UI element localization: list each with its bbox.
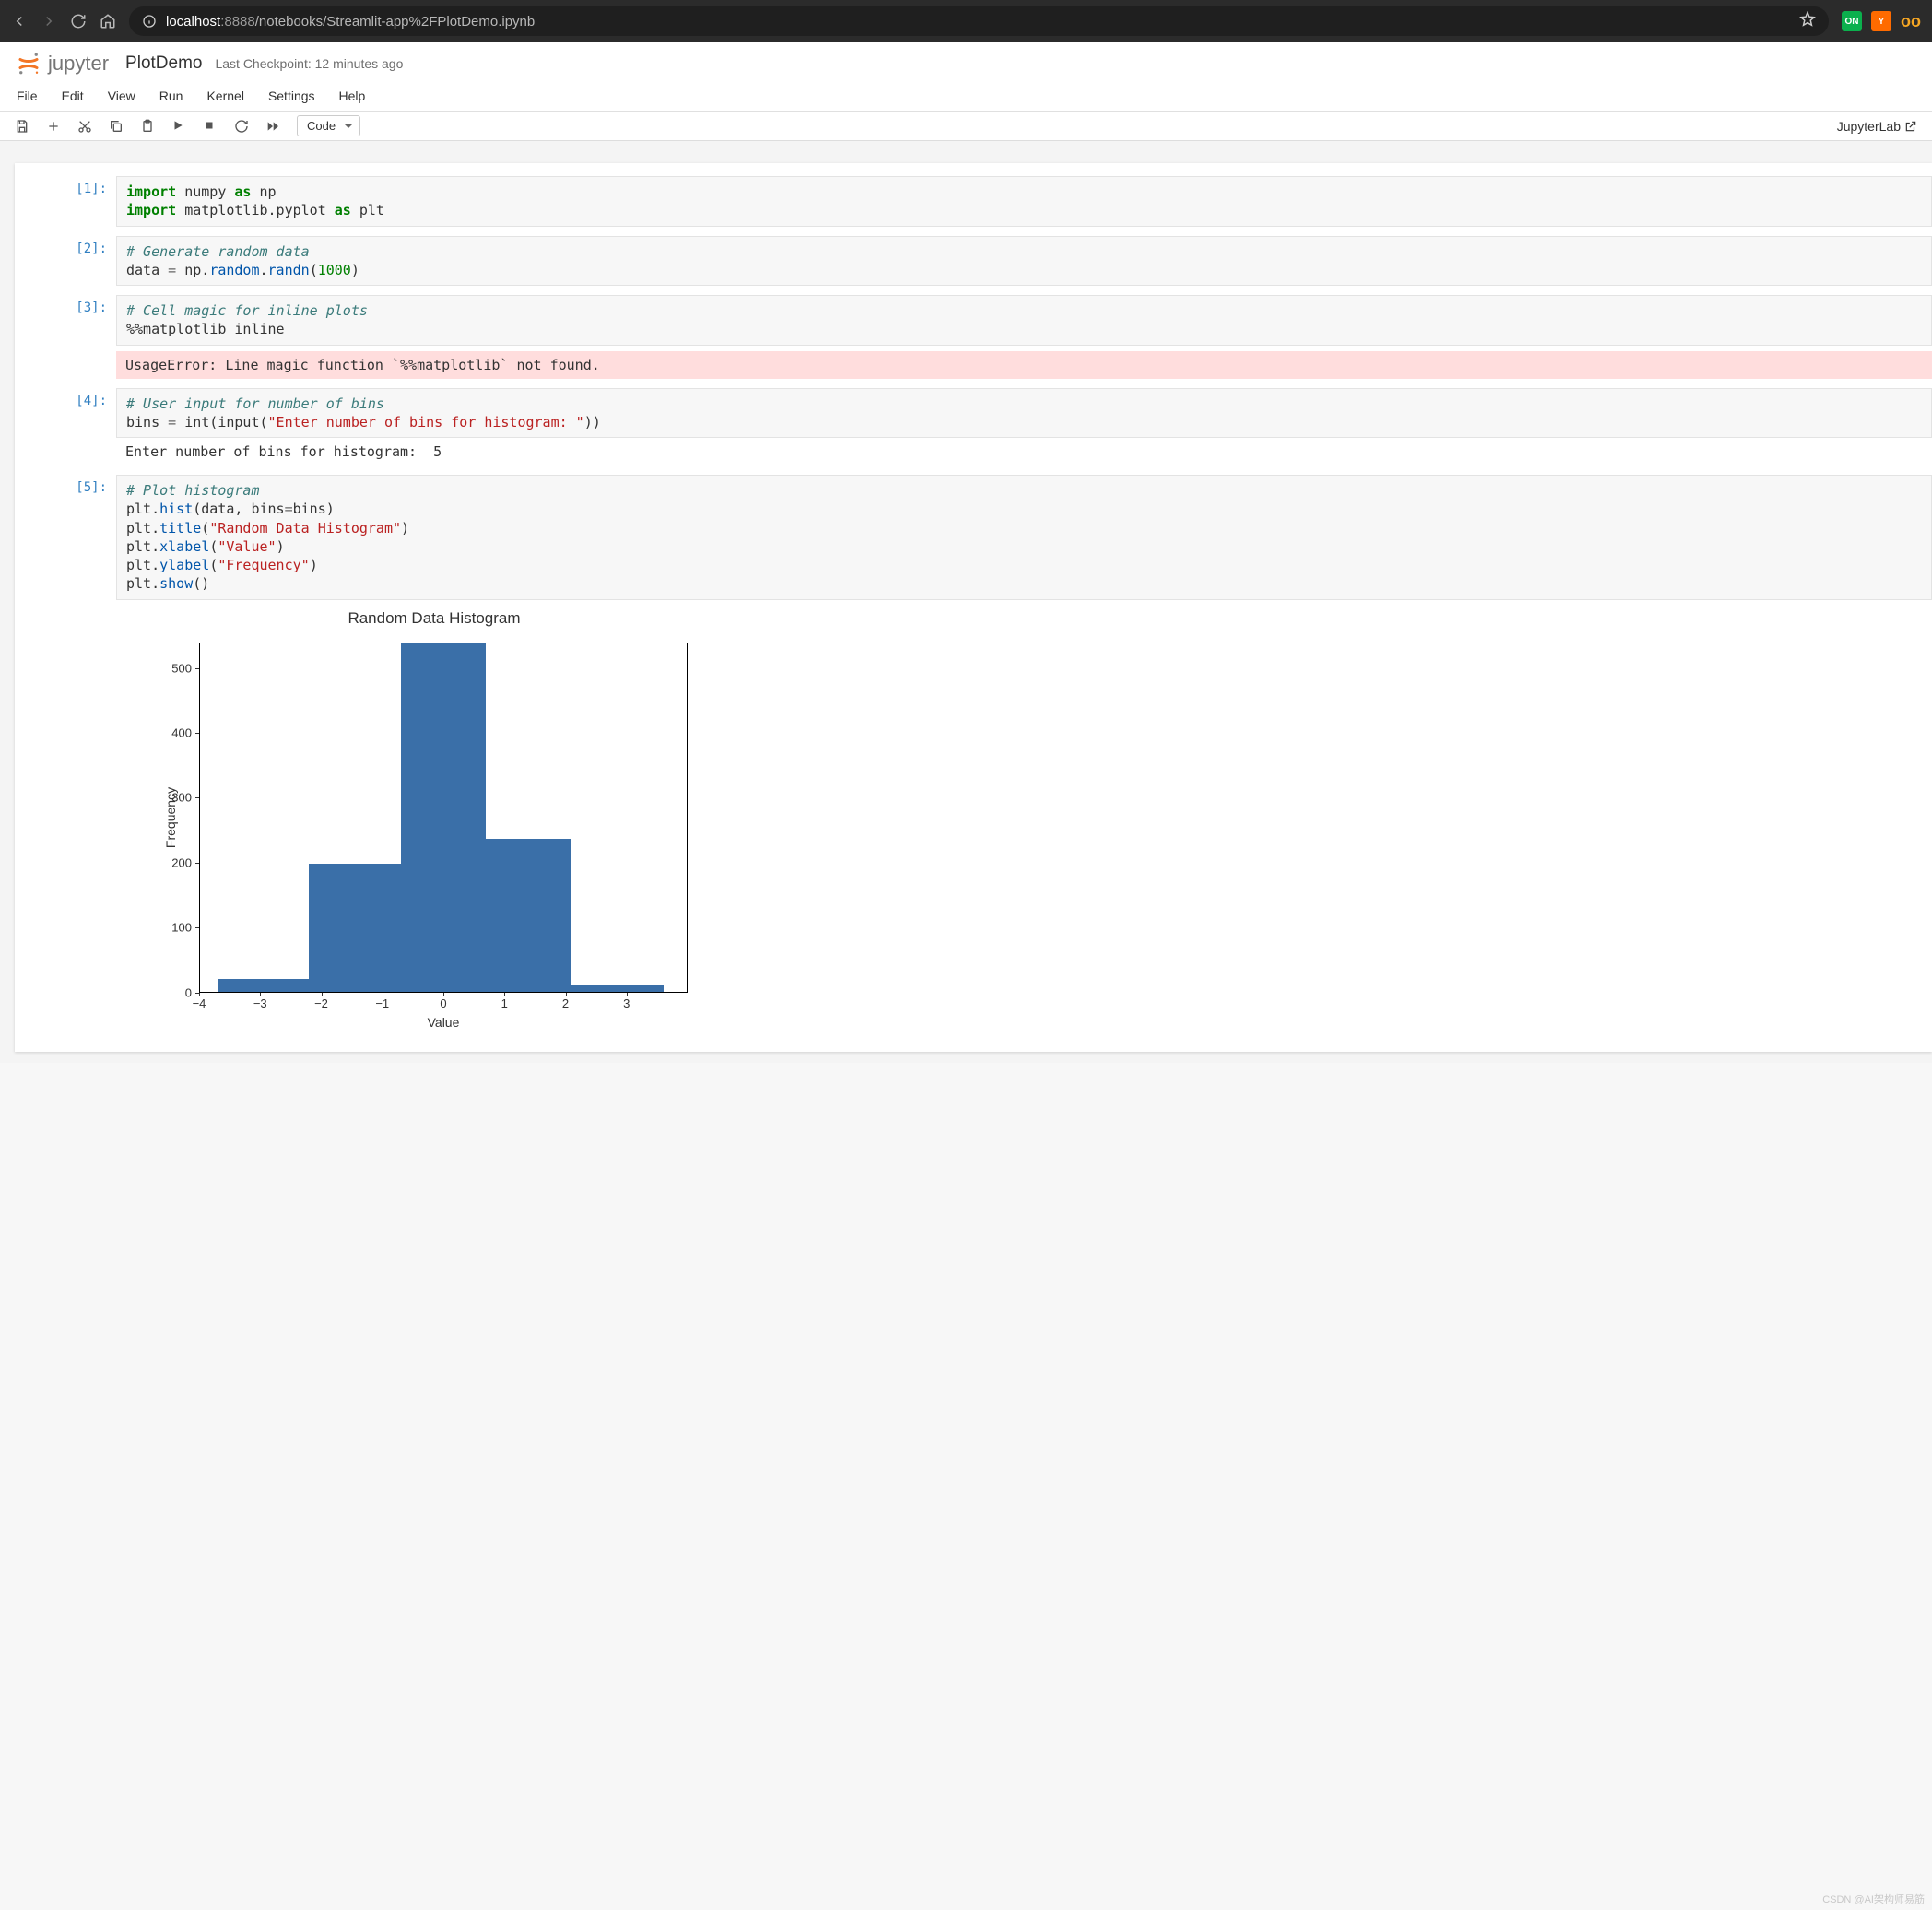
extension-y-icon[interactable]: Y xyxy=(1871,11,1891,31)
stream-output: Enter number of bins for histogram: 5 xyxy=(116,438,1932,466)
jupyter-logo-text: jupyter xyxy=(48,52,109,76)
histogram-bar xyxy=(486,839,571,992)
fast-forward-icon[interactable] xyxy=(265,119,280,134)
restart-icon[interactable] xyxy=(234,119,249,134)
cell-5[interactable]: [5]: # Plot histogram plt.hist(data, bin… xyxy=(15,475,1932,1030)
add-cell-icon[interactable] xyxy=(46,119,61,134)
url-bar[interactable]: localhost:8888/notebooks/Streamlit-app%2… xyxy=(129,6,1829,36)
ytick: 400 xyxy=(135,726,192,740)
cell-2[interactable]: [2]: # Generate random data data = np.ra… xyxy=(15,236,1932,287)
menu-settings[interactable]: Settings xyxy=(266,85,317,107)
xtick: −4 xyxy=(193,996,206,1010)
notebook: [1]: import numpy as np import matplotli… xyxy=(15,163,1932,1052)
run-icon[interactable] xyxy=(171,119,186,134)
ytick: 0 xyxy=(135,985,192,999)
toolbar: Code JupyterLab xyxy=(0,112,1932,141)
error-output: UsageError: Line magic function `%%matpl… xyxy=(116,351,1932,379)
xtick: −2 xyxy=(314,996,328,1010)
url-text: localhost:8888/notebooks/Streamlit-app%2… xyxy=(166,14,535,29)
back-icon[interactable] xyxy=(11,13,28,29)
cell-prompt: [1]: xyxy=(15,176,116,227)
jupyterlab-link[interactable]: JupyterLab xyxy=(1837,119,1917,134)
cell-4[interactable]: [4]: # User input for number of bins bin… xyxy=(15,388,1932,466)
chart-xlabel: Value xyxy=(199,1015,688,1030)
extension-loop-icon[interactable]: oo xyxy=(1901,11,1921,31)
bookmark-star-icon[interactable] xyxy=(1799,11,1816,31)
checkpoint-text: Last Checkpoint: 12 minutes ago xyxy=(215,56,403,71)
cell-prompt: [5]: xyxy=(15,475,116,1030)
chart-ylabel: Frequency xyxy=(140,643,201,993)
menu-view[interactable]: View xyxy=(106,85,137,107)
notebook-title[interactable]: PlotDemo xyxy=(125,53,202,74)
chart-output: Random Data Histogram Value Frequency 0 1… xyxy=(116,600,1932,1030)
xtick: 2 xyxy=(562,996,569,1010)
jupyter-header: jupyter PlotDemo Last Checkpoint: 12 min… xyxy=(0,42,1932,81)
code-input[interactable]: import numpy as np import matplotlib.pyp… xyxy=(116,176,1932,227)
extension-on-icon[interactable]: ON xyxy=(1842,11,1862,31)
cell-type-select[interactable]: Code xyxy=(297,115,360,136)
ytick: 300 xyxy=(135,791,192,805)
ytick: 200 xyxy=(135,855,192,869)
menu-help[interactable]: Help xyxy=(337,85,368,107)
notebook-area: [1]: import numpy as np import matplotli… xyxy=(0,141,1932,1063)
home-icon[interactable] xyxy=(100,13,116,29)
menu-file[interactable]: File xyxy=(15,85,40,107)
menu-run[interactable]: Run xyxy=(158,85,185,107)
info-icon xyxy=(142,14,157,29)
stop-icon[interactable] xyxy=(203,119,218,134)
histogram-bar xyxy=(218,979,309,992)
browser-chrome: localhost:8888/notebooks/Streamlit-app%2… xyxy=(0,0,1932,42)
menu-bar: File Edit View Run Kernel Settings Help xyxy=(0,81,1932,112)
reload-icon[interactable] xyxy=(70,13,87,29)
xtick: 1 xyxy=(501,996,508,1010)
cell-1[interactable]: [1]: import numpy as np import matplotli… xyxy=(15,176,1932,227)
histogram-bar xyxy=(401,643,487,993)
paste-icon[interactable] xyxy=(140,119,155,134)
cut-icon[interactable] xyxy=(77,119,92,134)
chart-title: Random Data Histogram xyxy=(171,609,697,628)
xtick: 0 xyxy=(440,996,446,1010)
code-input[interactable]: # User input for number of bins bins = i… xyxy=(116,388,1932,439)
menu-kernel[interactable]: Kernel xyxy=(205,85,245,107)
cell-3[interactable]: [3]: # Cell magic for inline plots %%mat… xyxy=(15,295,1932,379)
cell-prompt: [2]: xyxy=(15,236,116,287)
extensions: ON Y oo xyxy=(1842,11,1921,31)
jupyter-logo-icon xyxy=(15,50,42,77)
histogram-bar xyxy=(309,864,400,992)
ytick: 500 xyxy=(135,661,192,675)
cell-prompt: [4]: xyxy=(15,388,116,466)
copy-icon[interactable] xyxy=(109,119,124,134)
histogram-chart: Value Frequency 0 100 200 300 400 500 −4 −3 −2 −1… xyxy=(135,633,697,1030)
xtick: −1 xyxy=(375,996,389,1010)
jupyter-logo[interactable]: jupyter xyxy=(15,50,109,77)
ytick: 100 xyxy=(135,921,192,935)
code-input[interactable]: # Generate random data data = np.random.… xyxy=(116,236,1932,287)
save-icon[interactable] xyxy=(15,119,29,134)
forward-icon[interactable] xyxy=(41,13,57,29)
code-input[interactable]: # Plot histogram plt.hist(data, bins=bin… xyxy=(116,475,1932,600)
xtick: −3 xyxy=(253,996,267,1010)
watermark: CSDN @AI架构师易筋 xyxy=(1822,1892,1925,1906)
menu-edit[interactable]: Edit xyxy=(60,85,86,107)
xtick: 3 xyxy=(623,996,630,1010)
external-link-icon xyxy=(1904,120,1917,133)
jupyterlab-label: JupyterLab xyxy=(1837,119,1901,134)
cell-prompt: [3]: xyxy=(15,295,116,379)
histogram-bar xyxy=(571,985,663,992)
code-input[interactable]: # Cell magic for inline plots %%matplotl… xyxy=(116,295,1932,346)
